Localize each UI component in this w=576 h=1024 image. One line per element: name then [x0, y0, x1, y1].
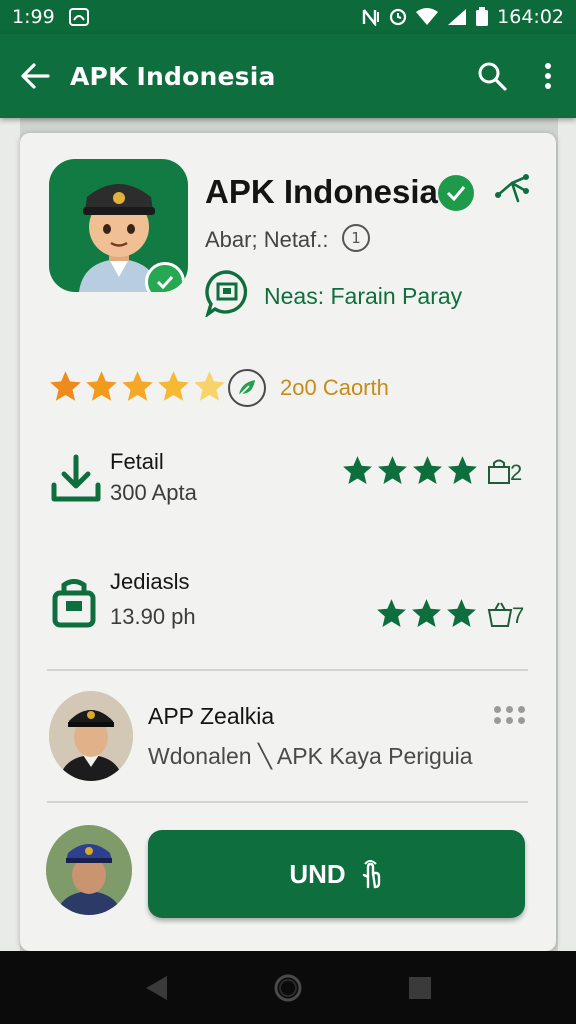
star-icon: [122, 371, 153, 401]
briefcase-icon: [52, 579, 104, 631]
developer-name[interactable]: APP Zealkia: [148, 703, 274, 730]
news-label: Neas: Farain Paray: [264, 283, 463, 309]
share-button[interactable]: [492, 169, 532, 209]
more-options-button[interactable]: [520, 34, 576, 118]
star-icon: [447, 599, 476, 627]
search-button[interactable]: [464, 34, 520, 118]
leaf-icon: [228, 369, 266, 407]
app-details-card: APK Indonesia Abar; Netaf.: 1 Neas: Fara…: [20, 133, 556, 951]
search-icon: [478, 62, 507, 91]
stat-badge-number: 7: [512, 603, 525, 628]
nfc-icon: [361, 8, 381, 26]
stat-title: Fetail: [110, 449, 164, 474]
chat-bubble-icon: [203, 269, 251, 319]
verified-check-icon: [438, 175, 474, 211]
signal-icon: [447, 8, 467, 26]
divider: [47, 669, 528, 671]
download-icon: [50, 453, 102, 505]
background-card-left: [0, 118, 20, 951]
install-button-label: UND: [289, 858, 346, 889]
stat-stars: [341, 454, 479, 487]
developer-description: Wdonalen ╲ APK Kaya Periguia: [148, 743, 473, 769]
nav-recents-icon: [409, 976, 431, 999]
divider: [47, 801, 528, 803]
more-vert-icon: [545, 63, 551, 89]
notification-icon: [68, 8, 89, 26]
app-name: APK Indonesia: [205, 173, 438, 210]
nav-back-icon: [146, 975, 167, 1000]
developer-menu-icon[interactable]: [494, 706, 526, 724]
stat-title: Jediasls: [110, 569, 190, 594]
back-arrow-icon: [21, 63, 50, 89]
star-icon: [412, 599, 441, 627]
nav-home-icon: [274, 974, 302, 1001]
wifi-icon: [415, 8, 439, 26]
star-icon: [378, 456, 407, 484]
officer-portrait-icon: [49, 691, 133, 781]
alarm-icon: [389, 8, 407, 26]
officer-portrait-icon: [46, 825, 132, 915]
stat-badge-number: 2: [510, 460, 523, 485]
app-bar: APK Indonesia: [0, 34, 576, 118]
status-clock: 164:02: [497, 6, 564, 28]
nav-recents-button[interactable]: [400, 968, 440, 1008]
rating-label: 2o0 Caorth: [280, 375, 389, 400]
status-bar: 1:99 164:02: [0, 0, 576, 34]
nav-home-button[interactable]: [268, 968, 308, 1008]
nav-back-button[interactable]: [136, 968, 176, 1008]
status-time: 1:99: [12, 6, 55, 28]
app-subtitle: Abar; Netaf.:: [205, 227, 329, 252]
star-icon: [158, 371, 189, 401]
star-half-icon: [194, 371, 225, 401]
developer-avatar[interactable]: [49, 691, 133, 781]
background-card-right: [558, 118, 576, 951]
install-button[interactable]: UND: [148, 830, 525, 918]
star-icon: [343, 456, 372, 484]
star-icon: [50, 371, 81, 401]
tap-hand-icon: [362, 860, 380, 889]
system-navigation-bar: [0, 951, 576, 1024]
app-icon[interactable]: [49, 159, 188, 292]
stat-value: 300 Apta: [110, 480, 197, 505]
cart-icon: [487, 600, 513, 628]
app-bar-title: APK Indonesia: [70, 61, 276, 91]
share-icon: [495, 174, 529, 203]
back-button[interactable]: [0, 34, 70, 118]
star-icon: [413, 456, 442, 484]
stat-value: 13.90 ph: [110, 604, 196, 629]
battery-icon: [475, 7, 489, 27]
star-icon: [448, 456, 477, 484]
user-avatar[interactable]: [46, 825, 132, 915]
rating-stars: [48, 369, 227, 404]
info-icon[interactable]: 1: [342, 224, 370, 252]
star-icon: [86, 371, 117, 401]
star-icon: [377, 599, 406, 627]
stat-stars: [375, 597, 478, 630]
